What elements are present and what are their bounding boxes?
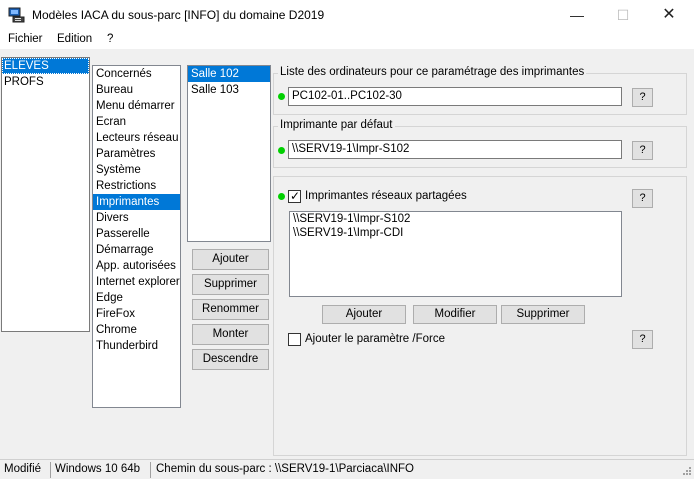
- move-down-button[interactable]: Descendre: [192, 349, 269, 370]
- status-dot-shared-printers: [278, 193, 285, 200]
- menu-bar: Fichier Edition ?: [0, 30, 694, 50]
- category-list-item[interactable]: Chrome: [93, 322, 180, 338]
- category-list-item[interactable]: Menu démarrer: [93, 98, 180, 114]
- category-list-item[interactable]: App. autorisées: [93, 258, 180, 274]
- status-bar: Modifié Windows 10 64b Chemin du sous-pa…: [0, 459, 694, 479]
- add-room-button[interactable]: Ajouter: [192, 249, 269, 270]
- close-button[interactable]: ✕: [646, 0, 692, 30]
- category-list-item[interactable]: Ecran: [93, 114, 180, 130]
- force-help-button[interactable]: ?: [632, 330, 653, 349]
- printer-list-item[interactable]: \\SERV19-1\Impr-CDI: [290, 226, 621, 240]
- app-icon: [8, 7, 25, 23]
- minimize-button[interactable]: —: [554, 0, 600, 30]
- status-divider: [150, 462, 151, 478]
- computers-group-title: Liste des ordinateurs pour ce paramétrag…: [278, 66, 587, 78]
- status-dot-default-printer: [278, 147, 285, 154]
- category-list-item[interactable]: Thunderbird: [93, 338, 180, 354]
- delete-printer-button[interactable]: Supprimer: [501, 305, 585, 324]
- default-printer-field[interactable]: \\SERV19-1\Impr-S102: [288, 140, 622, 159]
- default-printer-help-button[interactable]: ?: [632, 141, 653, 160]
- categories-list[interactable]: Concernés Bureau Menu démarrer Ecran Lecteur…: [92, 65, 181, 408]
- groups-list[interactable]: ELEVES PROFS: [1, 57, 90, 332]
- move-up-button[interactable]: Monter: [192, 324, 269, 345]
- printer-list-item[interactable]: \\SERV19-1\Impr-S102: [290, 212, 621, 226]
- resize-grip-icon[interactable]: [680, 466, 692, 478]
- title-bar: Modèles IACA du sous-parc [INFO] du doma…: [0, 0, 694, 30]
- status-state: Modifié: [4, 463, 42, 475]
- force-checkbox[interactable]: ✓: [288, 333, 301, 346]
- category-list-item[interactable]: Démarrage: [93, 242, 180, 258]
- room-list-item[interactable]: Salle 102: [188, 66, 270, 82]
- status-path: Chemin du sous-parc : \\SERV19-1\Parciac…: [156, 463, 415, 475]
- default-printer-title: Imprimante par défaut: [278, 119, 395, 131]
- category-list-item[interactable]: Passerelle: [93, 226, 180, 242]
- category-list-item[interactable]: Imprimantes: [93, 194, 180, 210]
- modify-printer-button[interactable]: Modifier: [413, 305, 497, 324]
- add-printer-button[interactable]: Ajouter: [322, 305, 406, 324]
- menu-help[interactable]: ?: [107, 33, 113, 45]
- menu-edition[interactable]: Edition: [57, 33, 92, 45]
- menu-fichier[interactable]: Fichier: [8, 33, 43, 45]
- room-list-item[interactable]: Salle 103: [188, 82, 270, 98]
- category-list-item[interactable]: Edge: [93, 290, 180, 306]
- shared-printers-list[interactable]: \\SERV19-1\Impr-S102 \\SERV19-1\Impr-CDI: [289, 211, 622, 297]
- status-os: Windows 10 64b: [55, 463, 141, 475]
- rooms-list[interactable]: Salle 102 Salle 103: [187, 65, 271, 242]
- delete-room-button[interactable]: Supprimer: [192, 274, 269, 295]
- category-list-item[interactable]: Divers: [93, 210, 180, 226]
- computers-help-button[interactable]: ?: [632, 88, 653, 107]
- category-list-item[interactable]: Système: [93, 162, 180, 178]
- status-divider: [50, 462, 51, 478]
- category-list-item[interactable]: FireFox: [93, 306, 180, 322]
- shared-printers-label: Imprimantes réseaux partagées: [305, 190, 467, 202]
- category-list-item[interactable]: Lecteurs réseau: [93, 130, 180, 146]
- category-list-item[interactable]: Internet explorer: [93, 274, 180, 290]
- shared-printers-checkbox[interactable]: ✓: [288, 189, 301, 203]
- status-dot-computers: [278, 93, 285, 100]
- group-list-item[interactable]: ELEVES: [2, 58, 89, 74]
- category-list-item[interactable]: Concernés: [93, 66, 180, 82]
- category-list-item[interactable]: Paramètres: [93, 146, 180, 162]
- checkmark-icon: ✓: [290, 189, 301, 203]
- maximize-button[interactable]: ☐: [600, 0, 646, 30]
- category-list-item[interactable]: Restrictions: [93, 178, 180, 194]
- force-label: Ajouter le paramètre /Force: [305, 333, 445, 345]
- computers-field[interactable]: PC102-01..PC102-30: [288, 87, 622, 106]
- group-list-item[interactable]: PROFS: [2, 74, 89, 90]
- shared-printers-help-button[interactable]: ?: [632, 189, 653, 208]
- rename-room-button[interactable]: Renommer: [192, 299, 269, 320]
- category-list-item[interactable]: Bureau: [93, 82, 180, 98]
- window-title: Modèles IACA du sous-parc [INFO] du doma…: [32, 8, 325, 22]
